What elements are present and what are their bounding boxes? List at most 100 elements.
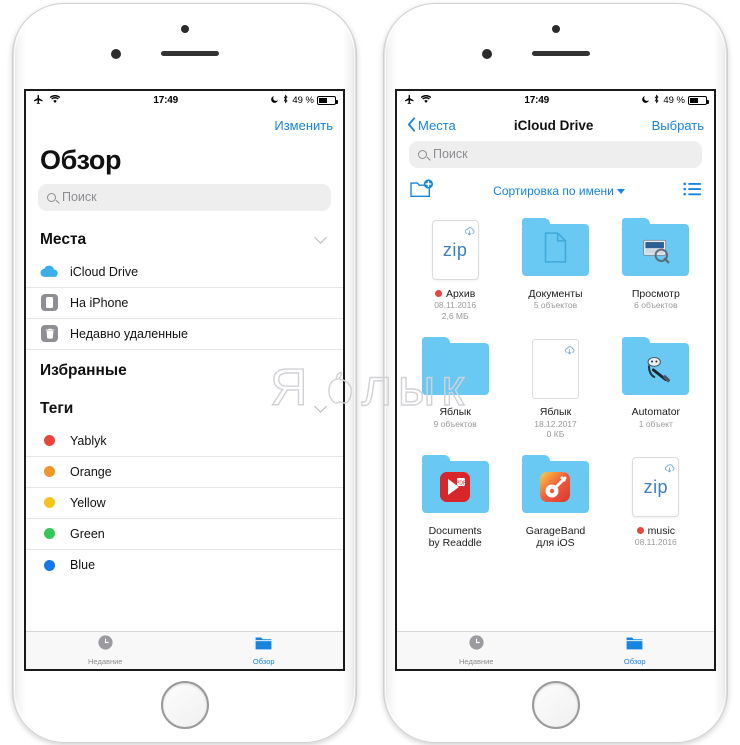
zip-label: zip [643, 476, 669, 497]
page-title: Обзор [40, 144, 122, 175]
file-item[interactable]: GarageBand для iOS [505, 454, 605, 551]
tab-browse[interactable]: Обзор [185, 632, 344, 669]
list-view-icon[interactable] [683, 181, 702, 202]
trash-icon [40, 324, 59, 343]
battery-percent: 49 % [663, 95, 685, 106]
search-placeholder: Поиск [62, 190, 97, 204]
zip-file-icon: zip [632, 457, 680, 518]
file-item[interactable]: Яблык 18.12.2017 0 КБ [505, 335, 605, 440]
tag-color-dot [434, 290, 442, 298]
folder-icon [521, 455, 589, 514]
file-item[interactable]: Яблык 9 объектов [405, 335, 505, 440]
svg-text:PDF: PDF [456, 481, 466, 487]
moon-icon [641, 95, 650, 107]
file-name: Documents [428, 524, 482, 537]
proximity-sensor-icon [180, 24, 189, 33]
file-item[interactable]: zip Архив 08.11.2016 2,6 МБ [405, 217, 505, 322]
iphone-left: 17:49 49 % Изменить Обзор Поиск Места iC… [12, 2, 357, 743]
new-folder-icon[interactable] [409, 178, 435, 205]
file-item[interactable]: PDF Documents by Readdle [405, 454, 505, 551]
tag-item-blue[interactable]: Blue [26, 550, 343, 581]
battery-icon [688, 96, 709, 105]
folder-icon [625, 635, 644, 656]
sidebar-item-icloud-drive[interactable]: iCloud Drive [26, 257, 343, 288]
tab-label: Обзор [252, 656, 275, 666]
tag-item-orange[interactable]: Orange [26, 457, 343, 488]
home-button[interactable] [160, 680, 209, 729]
screen-icloud-drive: 17:49 49 % Места iCloud Drive Выбрать По… [395, 88, 716, 671]
file-date: 08.11.2016 [634, 537, 677, 548]
search-input[interactable]: Поиск [38, 183, 331, 211]
tab-browse[interactable]: Обзор [556, 632, 715, 669]
garageband-icon [540, 472, 571, 503]
section-header-favorites: Избранные [26, 350, 343, 388]
tag-label: Green [70, 526, 105, 541]
nav-title: iCloud Drive [513, 118, 594, 133]
folder-icon [622, 336, 690, 395]
select-button[interactable]: Выбрать [652, 118, 704, 133]
tag-item-yablyk[interactable]: Yablyk [26, 426, 343, 457]
tag-item-yellow[interactable]: Yellow [26, 488, 343, 519]
sidebar-item-label: iCloud Drive [70, 264, 139, 279]
file-count: 9 объектов [433, 418, 477, 429]
file-date: 08.11.2016 [434, 300, 477, 311]
preview-icon [641, 235, 671, 265]
wifi-icon [420, 94, 432, 107]
file-name: Яблык [439, 406, 471, 419]
chevron-down-icon[interactable] [314, 231, 327, 244]
sort-button[interactable]: Сортировка по имени [435, 184, 683, 198]
tag-item-green[interactable]: Green [26, 519, 343, 550]
folder-icon [254, 635, 273, 656]
edit-button[interactable]: Изменить [274, 118, 333, 133]
iphone-right: 17:49 49 % Места iCloud Drive Выбрать По… [383, 2, 728, 743]
search-input[interactable]: Поиск [409, 140, 702, 168]
file-name: GarageBand [525, 524, 586, 537]
file-item[interactable]: Automator 1 объект [606, 335, 706, 440]
file-count: 5 объектов [533, 300, 578, 311]
status-time: 17:49 [524, 95, 549, 106]
chevron-down-icon[interactable] [314, 400, 327, 413]
cloud-download-icon [464, 224, 475, 242]
home-button[interactable] [531, 680, 580, 729]
screenshot-stage: 17:49 49 % Изменить Обзор Поиск Места iC… [0, 0, 740, 745]
bluetooth-icon [282, 94, 289, 107]
file-item[interactable]: zip music 08.11.2016 [606, 454, 706, 551]
section-header-places[interactable]: Места [26, 219, 343, 257]
automator-icon [641, 354, 671, 384]
tag-color-dot [44, 466, 55, 477]
empty-file-icon [531, 338, 579, 399]
nav-bar-left: Изменить [26, 111, 343, 141]
section-header-tags[interactable]: Теги [26, 388, 343, 426]
earpiece-speaker [531, 50, 590, 56]
tab-label: Обзор [623, 656, 646, 666]
file-name: Яблык [539, 406, 572, 419]
file-size: 0 КБ [546, 429, 565, 440]
file-name: Automator [631, 406, 681, 419]
file-count: 6 объектов [634, 300, 678, 311]
chevron-left-icon [407, 116, 416, 135]
search-placeholder: Поиск [433, 147, 468, 161]
search-icon [418, 149, 427, 159]
document-icon [543, 232, 568, 268]
clock-icon [97, 634, 114, 656]
file-name: music [647, 524, 676, 537]
search-icon [47, 192, 56, 202]
sidebar-item-on-iphone[interactable]: На iPhone [26, 288, 343, 319]
file-item[interactable]: Документы 5 объектов [505, 217, 605, 322]
tab-recents[interactable]: Недавние [397, 632, 556, 669]
sidebar-item-recently-deleted[interactable]: Недавно удаленные [26, 319, 343, 350]
front-camera-icon [481, 48, 492, 59]
cloud-download-icon [564, 343, 575, 361]
file-item[interactable]: Просмотр 6 объектов [606, 217, 706, 322]
battery-percent: 49 % [292, 95, 314, 106]
file-name: Просмотр [631, 287, 680, 300]
tab-label: Недавние [459, 657, 494, 666]
tab-recents[interactable]: Недавние [26, 632, 185, 669]
tag-label: Yellow [70, 495, 106, 510]
file-name-line2: by Readdle [428, 537, 482, 550]
file-size: 2,6 МБ [441, 310, 469, 321]
section-title: Теги [40, 399, 74, 417]
back-button[interactable]: Места [407, 116, 456, 135]
tag-color-dot [636, 527, 644, 535]
browse-list: Места iCloud Drive На iPhone Недавно уда… [26, 219, 343, 631]
